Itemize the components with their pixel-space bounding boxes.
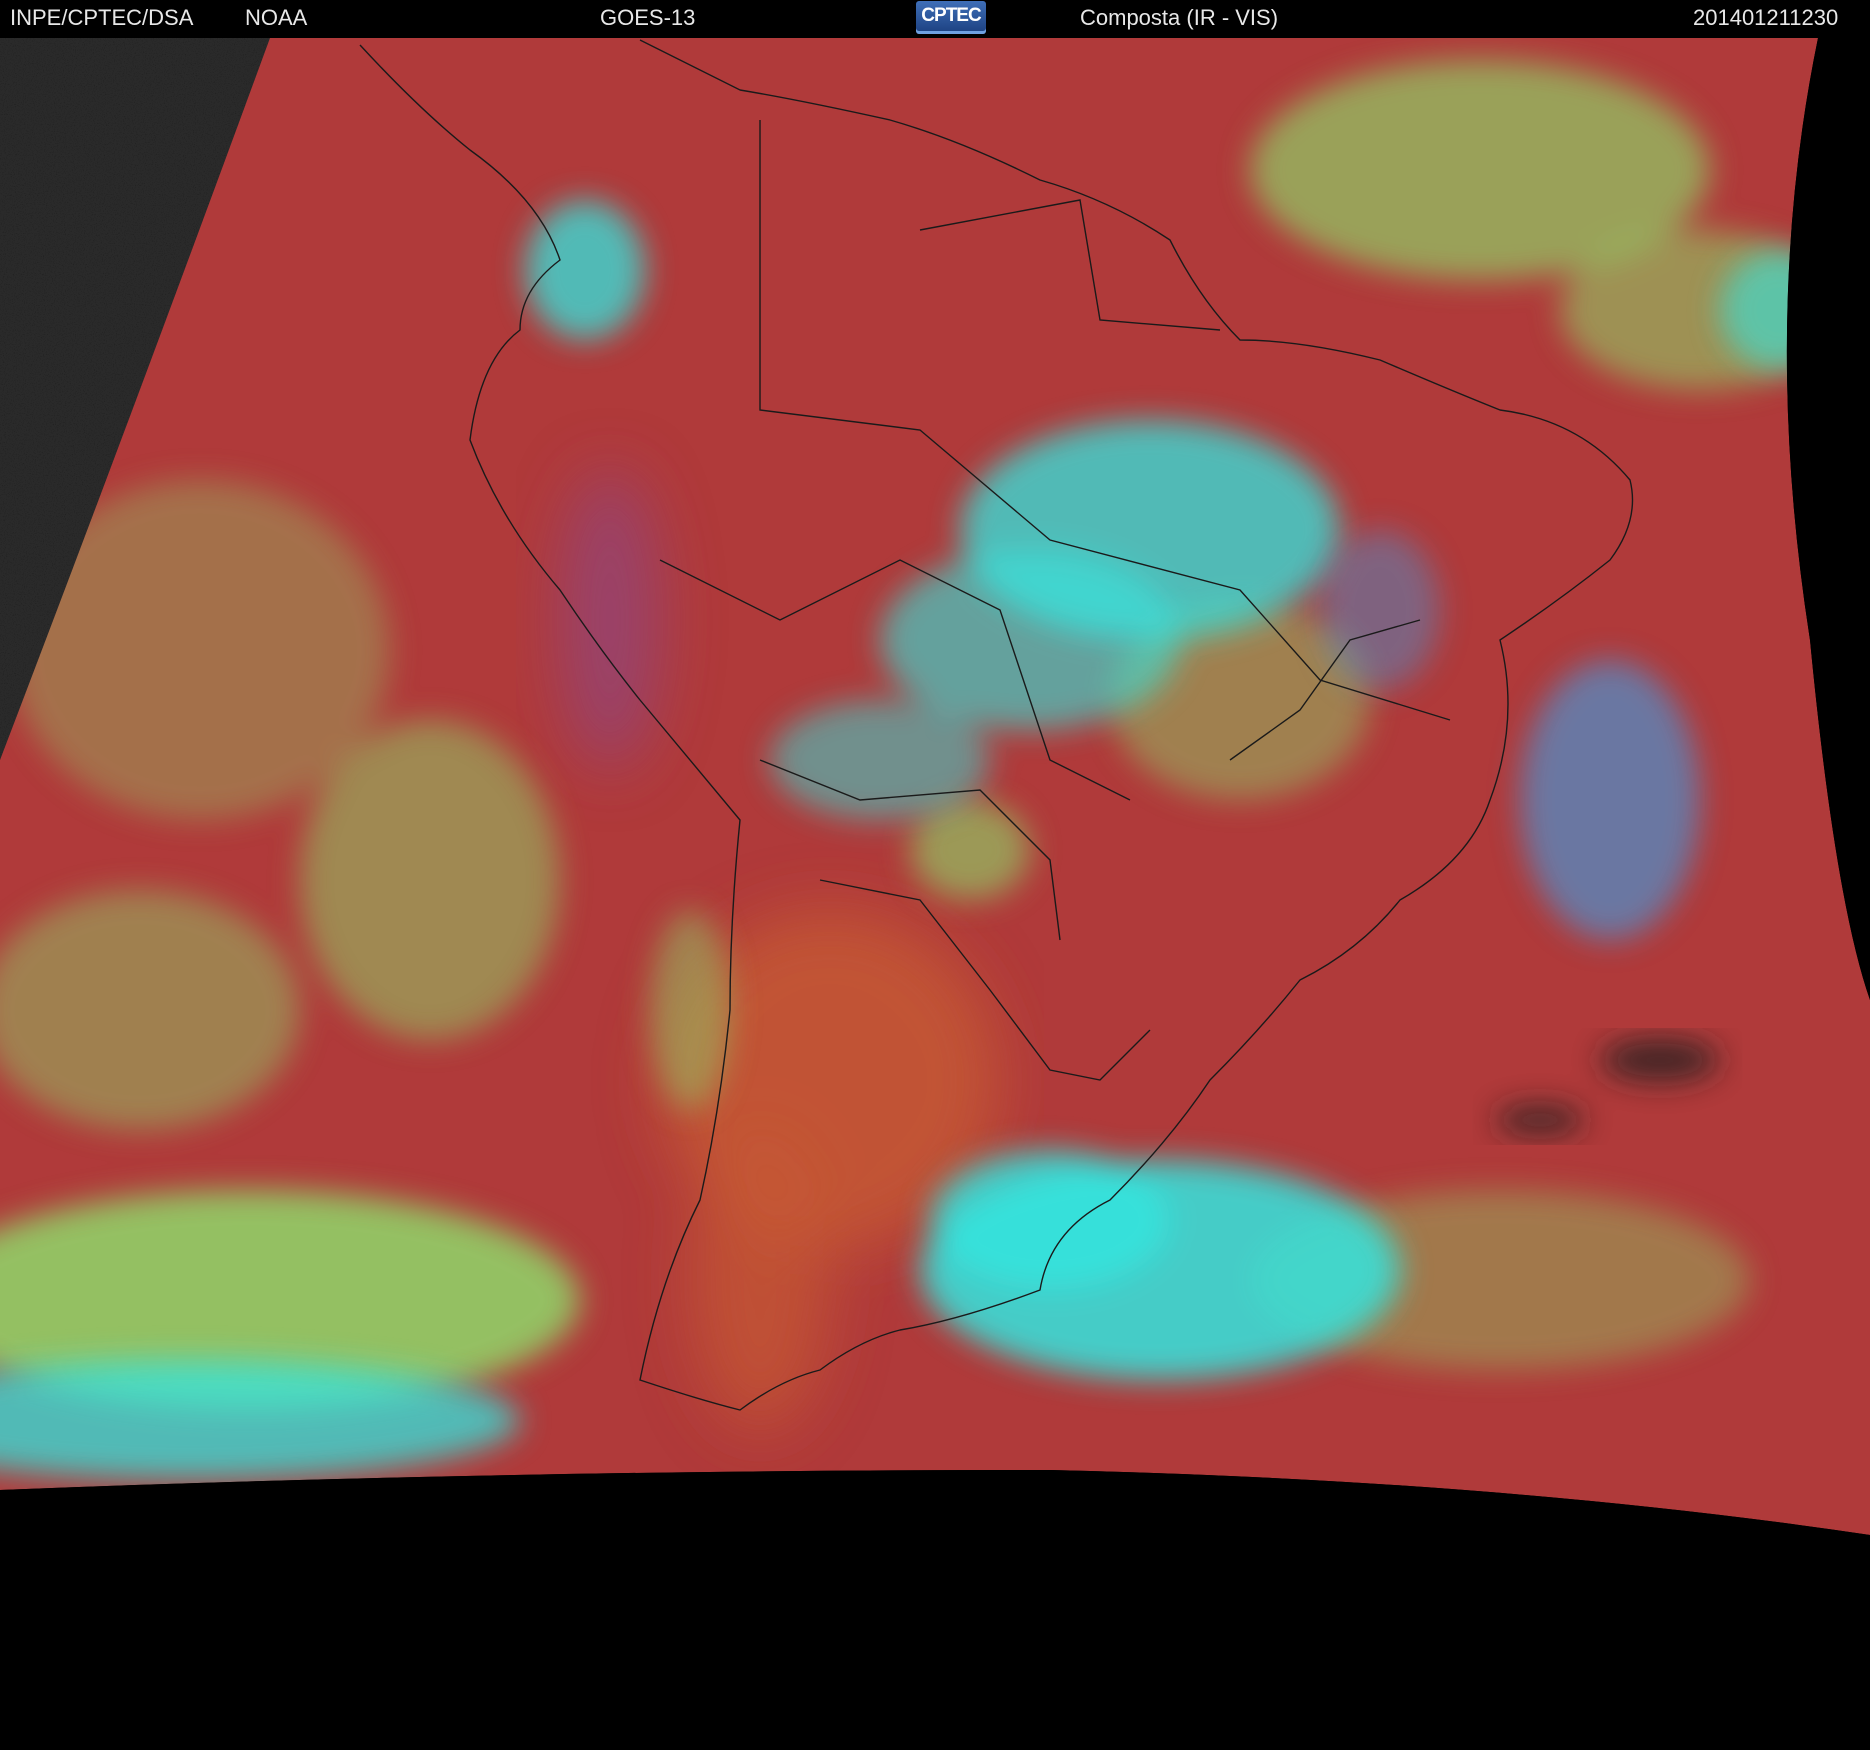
- product-label: Composta (IR - VIS): [1080, 5, 1279, 30]
- no-data-region: [0, 1470, 1870, 1750]
- agency-label: NOAA: [245, 5, 308, 30]
- satellite-label: GOES-13: [600, 5, 696, 30]
- composite-area: [0, 38, 1870, 1535]
- timestamp-label: 201401211230: [1693, 5, 1839, 30]
- cptec-logo: CPTEC: [916, 1, 986, 34]
- institution-label: INPE/CPTEC/DSA: [10, 5, 194, 30]
- header-bar: INPE/CPTEC/DSA NOAA GOES-13 CPTEC Compos…: [0, 0, 1870, 36]
- satellite-image: [0, 38, 1870, 1750]
